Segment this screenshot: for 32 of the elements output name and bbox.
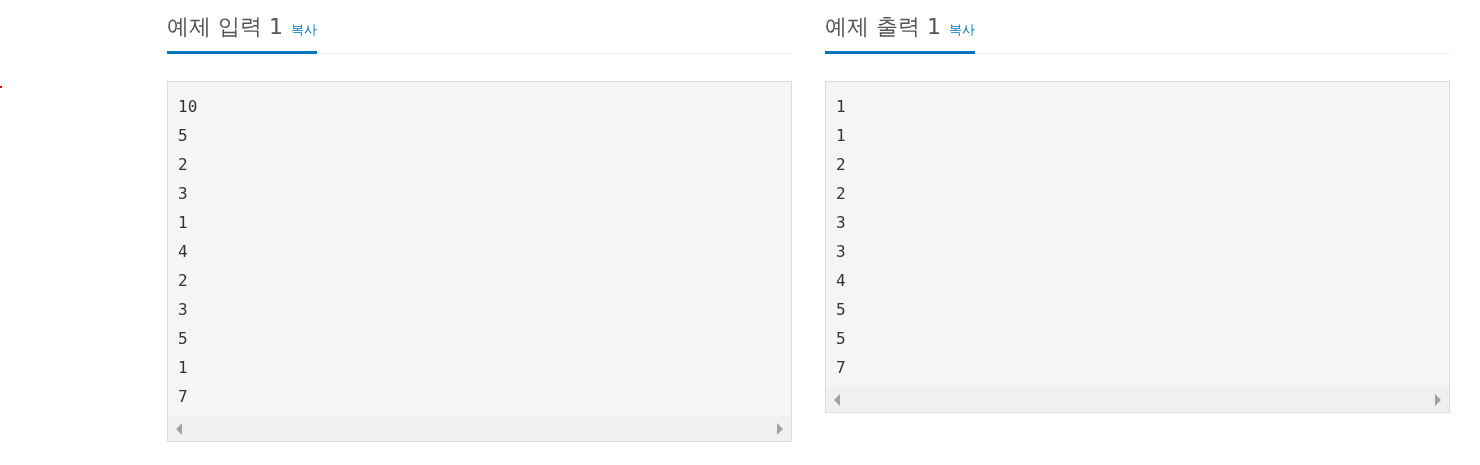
scroll-right-arrow-icon[interactable] — [777, 422, 783, 435]
code-line: 5 — [178, 125, 189, 147]
horizontal-scrollbar[interactable] — [168, 416, 791, 441]
code-line: 3 — [836, 241, 847, 263]
code-line: 1 — [178, 357, 189, 379]
horizontal-scrollbar[interactable] — [826, 387, 1449, 412]
code-line: 3 — [178, 299, 189, 321]
copy-link[interactable]: 복사 — [291, 21, 317, 39]
section-title: 예제 출력 1 — [825, 13, 941, 41]
code-line: 4 — [178, 241, 189, 263]
code-line: 10 — [178, 96, 199, 118]
code-line: 1 — [178, 212, 189, 234]
code-line: 7 — [836, 357, 847, 379]
code-line: 3 — [178, 183, 189, 205]
scroll-left-arrow-icon[interactable] — [834, 393, 840, 406]
code-line: 2 — [836, 154, 847, 176]
code-line: 1 — [836, 96, 847, 118]
code-line: 5 — [836, 328, 847, 350]
code-line: 2 — [836, 183, 847, 205]
code-line: 3 — [836, 212, 847, 234]
dot-mark — [0, 86, 2, 88]
code-line: 2 — [178, 154, 189, 176]
copy-link[interactable]: 복사 — [949, 21, 975, 39]
scroll-left-arrow-icon[interactable] — [176, 422, 182, 435]
code-line: 7 — [178, 386, 189, 408]
code-line: 1 — [836, 125, 847, 147]
code-line: 5 — [836, 299, 847, 321]
scroll-right-arrow-icon[interactable] — [1435, 393, 1441, 406]
section-title: 예제 입력 1 — [167, 13, 283, 41]
code-line: 2 — [178, 270, 189, 292]
code-line: 4 — [836, 270, 847, 292]
code-line: 5 — [178, 328, 189, 350]
